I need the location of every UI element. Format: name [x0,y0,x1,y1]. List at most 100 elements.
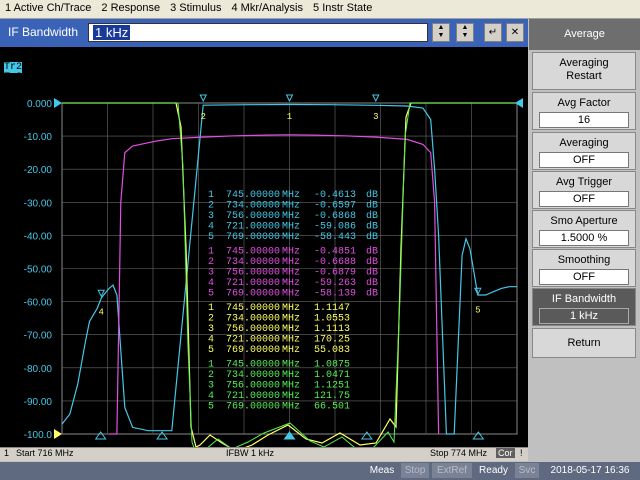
avg-trigger-value: OFF [539,191,629,207]
marker-readout-cell: 2 [208,370,214,381]
channel-status-bar: 1 Start 716 MHz IFBW 1 kHz Stop 774 MHz … [0,447,528,461]
if-bandwidth-button[interactable]: IF Bandwidth 1 kHz [532,288,636,326]
enter-icon[interactable]: ↵ [484,23,502,42]
stimulus-marker-icon [94,431,107,440]
marker-readout-cell: 4 [208,391,214,402]
smoothing-label: Smoothing [557,254,611,266]
y-tick-label: -90.00 [24,397,53,408]
trace-plot[interactable]: 0.000 -10.00 -20.00 -30.00 -40.00 -50.00 -60.0… [0,47,528,447]
marker-label[interactable]: 3 [373,112,378,122]
marker-readout-cell: MHz [282,278,300,289]
marker-readout-cell: -58.443 [314,232,356,243]
stimulus-marker-icon [472,431,485,440]
marker-readout-cell: 1 [208,247,214,258]
marker-readout-cell: 769.00000 [226,345,280,356]
spin-large-icon[interactable]: ▲ ▼ [456,23,474,42]
menu-bar: 1 Active Ch/Trace 2 Response 3 Stimulus … [0,0,640,19]
marker-readout-cell: -0.6879 [314,268,356,279]
stimulus-marker-icon [360,431,373,440]
marker-readout-cell: MHz [282,257,300,268]
marker-readout-cell: MHz [282,222,300,233]
marker-readout-cell: 1 [208,303,214,314]
start-frequency[interactable]: Start 716 MHz [16,448,74,458]
marker-readout-cell: 1.1113 [314,324,350,335]
marker-readout-cell: MHz [282,268,300,279]
y-tick-label: -50.00 [24,265,53,276]
marker-readout-cell: dB [366,210,378,222]
smoothing-button[interactable]: Smoothing OFF [532,249,636,287]
marker-icon[interactable] [199,94,208,103]
marker-readout-cell: MHz [282,381,300,392]
if-bandwidth-label: IF Bandwidth [551,293,617,305]
reference-marker-right-icon [515,98,523,108]
marker-label[interactable]: 4 [99,307,104,317]
avg-factor-button[interactable]: Avg Factor 16 [532,92,636,130]
smo-aperture-button[interactable]: Smo Aperture 1.5000 % [532,210,636,248]
marker-icon[interactable] [285,94,294,103]
marker-label[interactable]: 2 [201,112,206,122]
marker-readout-cell: 3 [208,381,214,392]
channel-number: 1 [4,448,10,458]
menu-mkr-analysis[interactable]: 4 Mkr/Analysis [226,0,308,18]
marker-readout-cell: 1 [208,360,214,371]
marker-readout-cell: dB [366,277,378,289]
menu-stimulus[interactable]: 3 Stimulus [165,0,226,18]
marker-readout-cell: 2 [208,257,214,268]
marker-readout-cell: 745.00000 [226,360,280,371]
marker-readout-cell: 4 [208,335,214,346]
y-tick-label: -20.00 [24,165,53,176]
if-bandwidth-status[interactable]: IFBW 1 kHz [226,448,274,458]
stop-frequency[interactable]: Stop 774 MHz [430,448,487,458]
reference-marker-icon [54,98,62,108]
marker-readout-cell: MHz [282,232,300,243]
return-button[interactable]: Return [532,328,636,358]
correction-indicator: Cor [496,448,515,458]
smo-aperture-label: Smo Aperture [550,215,618,227]
close-icon[interactable]: ✕ [506,23,524,42]
marker-label[interactable]: 5 [475,305,480,315]
marker-readout-cell: MHz [282,201,300,212]
menu-instr-state[interactable]: 5 Instr State [308,0,377,18]
entry-input[interactable]: 1 kHz [88,23,428,42]
avg-factor-label: Avg Factor [557,97,611,109]
stop-indicator: Stop [401,463,429,478]
avg-trigger-label: Avg Trigger [555,176,613,188]
marker-readout-cell: dB [366,256,378,268]
y-tick-label: -60.00 [24,298,53,309]
marker-readout-cell: MHz [282,345,300,356]
marker-readout-cell: MHz [282,289,300,300]
measurement-screen: Tr1 S11 SWR 100.0m/ Ref 1.000 [F2] Tr2 S… [0,47,528,447]
spin-small-icon[interactable]: ▲ ▼ [432,23,450,42]
if-bandwidth-value: 1 kHz [539,308,629,324]
entry-label: IF Bandwidth [8,25,79,39]
softkey-panel: Average Averaging Restart Avg Factor 16 … [529,19,640,460]
marker-readout-cell: MHz [282,303,300,314]
marker-readout-cell: 721.00000 [226,222,280,233]
marker-readout-cell: 3 [208,324,214,335]
marker-readout-cell: dB [366,189,378,201]
marker-readout-cell: 1.1147 [314,303,350,314]
marker-readout-cell: 5 [208,345,214,356]
marker-readout-cell: 721.00000 [226,335,280,346]
y-tick-label: -100.0 [24,430,53,441]
avg-trigger-button[interactable]: Avg Trigger OFF [532,171,636,209]
y-tick-label: -10.00 [24,132,53,143]
entry-value: 1 kHz [93,25,131,40]
menu-response[interactable]: 2 Response [96,0,165,18]
reference-marker-low-icon [54,429,62,439]
marker-readout-cell: MHz [282,190,300,201]
marker-readout-cell: MHz [282,360,300,371]
marker-label[interactable]: 1 [287,112,292,122]
marker-readout-cell: 3 [208,211,214,222]
marker-readout-cell: 55.083 [314,345,350,356]
marker-readout-cell: MHz [282,402,300,413]
extref-indicator: ExtRef [432,463,472,478]
averaging-button[interactable]: Averaging OFF [532,132,636,170]
instrument-status-footer: Meas Stop ExtRef Ready Svc 2018-05-17 16… [0,462,640,480]
averaging-restart-button[interactable]: Averaging Restart [532,52,636,90]
marker-readout-cell: -59.086 [314,222,356,233]
menu-active-ch-trace[interactable]: 1 Active Ch/Trace [0,0,96,18]
marker-icon[interactable] [371,94,380,103]
averaging-restart-label: Averaging [559,57,609,69]
marker-readout-cell: 734.00000 [226,314,280,325]
